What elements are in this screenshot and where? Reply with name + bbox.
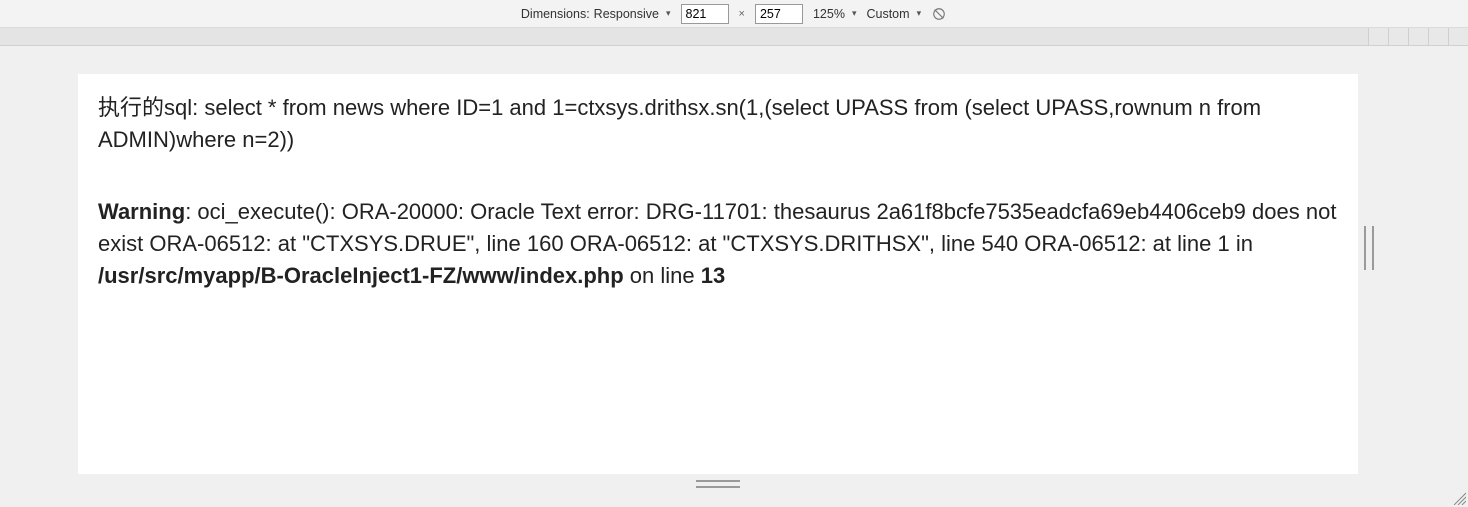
dimensions-label: Dimensions: <box>521 7 590 21</box>
vertical-resize-handle[interactable] <box>696 480 740 488</box>
error-body: : oci_execute(): ORA-20000: Oracle Text … <box>98 199 1336 256</box>
device-ruler <box>0 28 1468 46</box>
corner-resize-grip-icon[interactable] <box>1452 491 1466 505</box>
zoom-dropdown[interactable]: 125% <box>813 7 857 21</box>
emulated-page[interactable]: 执行的sql: select * from news where ID=1 an… <box>78 74 1358 474</box>
php-error: Warning: oci_execute(): ORA-20000: Oracl… <box>98 196 1338 292</box>
sql-line: 执行的sql: select * from news where ID=1 an… <box>98 92 1338 156</box>
device-stage: 执行的sql: select * from news where ID=1 an… <box>0 46 1468 507</box>
viewport-width-input[interactable] <box>681 4 729 24</box>
horizontal-resize-handle[interactable] <box>1364 226 1374 270</box>
throttling-value: Custom <box>866 7 909 21</box>
warning-label: Warning <box>98 199 185 224</box>
error-line-no: 13 <box>701 263 725 288</box>
devtools-device-toolbar: Dimensions: Responsive × 125% Custom <box>0 0 1468 28</box>
throttling-dropdown[interactable]: Custom <box>866 7 921 21</box>
device-selected: Responsive <box>594 7 659 21</box>
error-online: on line <box>624 263 701 288</box>
viewport-height-input[interactable] <box>755 4 803 24</box>
dimension-separator: × <box>739 8 745 20</box>
device-dropdown[interactable]: Dimensions: Responsive <box>521 7 671 21</box>
rotate-icon[interactable] <box>931 6 947 22</box>
error-path: /usr/src/myapp/B-OracleInject1-FZ/www/in… <box>98 263 624 288</box>
zoom-value: 125% <box>813 7 845 21</box>
